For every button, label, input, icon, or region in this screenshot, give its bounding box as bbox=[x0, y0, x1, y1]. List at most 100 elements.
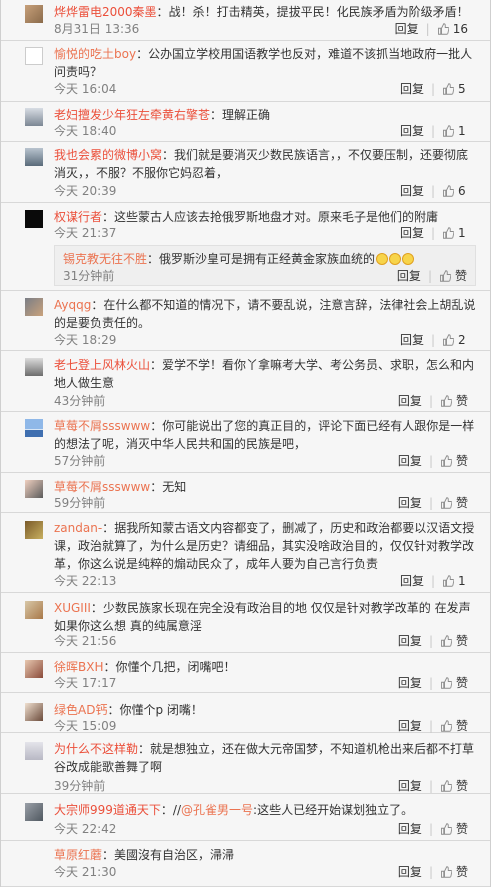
user-avatar[interactable] bbox=[25, 358, 43, 376]
reply-button[interactable]: 回复 bbox=[398, 675, 422, 691]
like-count[interactable]: 赞 bbox=[456, 393, 468, 409]
thumbs-up-icon[interactable] bbox=[440, 395, 452, 407]
user-avatar[interactable] bbox=[25, 660, 43, 678]
action-separator: | bbox=[430, 574, 435, 588]
like-count[interactable]: 1 bbox=[458, 123, 468, 139]
reply-button[interactable]: 回复 bbox=[398, 778, 422, 794]
username-link[interactable]: Ayqqg bbox=[54, 298, 91, 312]
comment-actions: 回复 | 1 bbox=[400, 123, 468, 139]
reply-button[interactable]: 回复 bbox=[400, 332, 424, 348]
reply-button[interactable]: 回复 bbox=[400, 123, 424, 139]
reply-button[interactable]: 回复 bbox=[400, 183, 424, 199]
thumbs-up-icon[interactable] bbox=[442, 575, 454, 587]
username-link[interactable]: 我也会累的微博小窝 bbox=[54, 148, 162, 162]
thumbs-up-icon[interactable] bbox=[442, 83, 454, 95]
user-avatar[interactable] bbox=[25, 480, 43, 498]
comment-text: 为什么不这样勒：就是想独立，还在做大元帝国梦，不知道机枪出来后都不打草谷改成能歌… bbox=[54, 740, 476, 776]
username-link[interactable]: 锡克教无往不胜 bbox=[63, 252, 147, 266]
user-avatar[interactable] bbox=[25, 108, 43, 126]
comment-text: 老七登上风林火山：爱学不学！看你丫拿嘛考大学、考公务员、求职，怎么和内地人做生意 bbox=[54, 356, 476, 392]
thumbs-up-icon[interactable] bbox=[442, 334, 454, 346]
like-count[interactable]: 赞 bbox=[456, 778, 468, 794]
name-separator: ： bbox=[210, 108, 223, 122]
thumbs-up-icon[interactable] bbox=[440, 866, 452, 878]
user-avatar[interactable] bbox=[25, 703, 43, 721]
user-avatar[interactable] bbox=[25, 848, 43, 866]
like-count[interactable]: 6 bbox=[458, 183, 468, 199]
username-link[interactable]: 草莓不屑ssswww bbox=[54, 419, 150, 433]
reply-button[interactable]: 回复 bbox=[398, 393, 422, 409]
like-count[interactable]: 2 bbox=[458, 332, 468, 348]
thumbs-up-icon[interactable] bbox=[440, 780, 452, 792]
comment-actions: 回复 | 1 bbox=[400, 573, 468, 589]
user-avatar[interactable] bbox=[25, 298, 43, 316]
username-link[interactable]: 草莓不屑ssswww bbox=[54, 480, 150, 494]
thumbs-up-icon[interactable] bbox=[442, 185, 454, 197]
action-separator: | bbox=[428, 496, 433, 510]
comment-item: 徐晖BXH：你懂个几把，闭嘴吧！ 今天 17:17 回复 | 赞 bbox=[1, 653, 490, 693]
username-link[interactable]: 徐晖BXH bbox=[54, 660, 103, 674]
username-link[interactable]: zandan- bbox=[54, 521, 102, 535]
like-count[interactable]: 赞 bbox=[456, 675, 468, 691]
username-link[interactable]: 草原红蘑 bbox=[54, 848, 102, 862]
reply-button[interactable]: 回复 bbox=[400, 225, 424, 241]
thumbs-up-icon[interactable] bbox=[440, 823, 452, 835]
like-count[interactable]: 5 bbox=[458, 81, 468, 97]
comment-actions: 回复 | 赞 bbox=[398, 718, 468, 734]
user-avatar[interactable] bbox=[25, 803, 43, 821]
username-link[interactable]: 为什么不这样勒 bbox=[54, 742, 138, 756]
user-avatar[interactable] bbox=[25, 601, 43, 619]
user-avatar[interactable] bbox=[25, 210, 43, 228]
username-link[interactable]: 愉悦的吃土boy bbox=[54, 47, 136, 61]
thumbs-up-icon[interactable] bbox=[437, 23, 449, 35]
like-count[interactable]: 赞 bbox=[456, 864, 468, 880]
reply-button[interactable]: 回复 bbox=[395, 21, 419, 37]
reply-button[interactable]: 回复 bbox=[398, 453, 422, 469]
reply-button[interactable]: 回复 bbox=[398, 718, 422, 734]
thumbs-up-icon[interactable] bbox=[440, 720, 452, 732]
user-avatar[interactable] bbox=[25, 47, 43, 65]
comment-time: 今天 16:04 bbox=[54, 82, 117, 96]
name-separator: ： bbox=[102, 521, 115, 535]
reply-button[interactable]: 回复 bbox=[400, 573, 424, 589]
thumbs-up-icon[interactable] bbox=[440, 455, 452, 467]
like-count[interactable]: 16 bbox=[453, 21, 468, 37]
like-count[interactable]: 赞 bbox=[456, 495, 468, 511]
like-count[interactable]: 赞 bbox=[455, 268, 467, 284]
username-link[interactable]: XUGIII bbox=[54, 601, 91, 615]
username-link[interactable]: 大宗师999道通天下 bbox=[54, 803, 161, 817]
like-count[interactable]: 赞 bbox=[456, 453, 468, 469]
reply-button[interactable]: 回复 bbox=[400, 81, 424, 97]
username-link[interactable]: 老七登上风林火山 bbox=[54, 358, 150, 372]
thumbs-up-icon[interactable] bbox=[442, 125, 454, 137]
reply-button[interactable]: 回复 bbox=[398, 495, 422, 511]
comment-item: 草莓不屑ssswww：无知 59分钟前 回复 | 赞 bbox=[1, 473, 490, 513]
like-count[interactable]: 1 bbox=[458, 573, 468, 589]
user-avatar[interactable] bbox=[25, 5, 43, 23]
comment-actions: 回复 | 赞 bbox=[398, 633, 468, 649]
reply-button[interactable]: 回复 bbox=[398, 633, 422, 649]
username-link[interactable]: 权谋行者 bbox=[54, 210, 102, 224]
reply-button[interactable]: 回复 bbox=[397, 268, 421, 284]
user-avatar[interactable] bbox=[25, 521, 43, 539]
user-avatar[interactable] bbox=[25, 148, 43, 166]
emoji-icon bbox=[402, 253, 415, 265]
username-link[interactable]: 烨烨雷电2000秦墨 bbox=[54, 5, 157, 19]
like-count[interactable]: 赞 bbox=[456, 633, 468, 649]
reply-button[interactable]: 回复 bbox=[398, 821, 422, 837]
thumbs-up-icon[interactable] bbox=[440, 635, 452, 647]
name-separator: ： bbox=[160, 803, 173, 817]
thumbs-up-icon[interactable] bbox=[440, 497, 452, 509]
thumbs-up-icon[interactable] bbox=[440, 677, 452, 689]
username-link[interactable]: 老妇擅发少年狂左牵黄右擎苍 bbox=[54, 108, 210, 122]
like-count[interactable]: 赞 bbox=[456, 821, 468, 837]
user-avatar[interactable] bbox=[25, 419, 43, 437]
thumbs-up-icon[interactable] bbox=[439, 270, 451, 282]
user-avatar[interactable] bbox=[25, 742, 43, 760]
like-count[interactable]: 1 bbox=[458, 225, 468, 241]
reply-button[interactable]: 回复 bbox=[398, 864, 422, 880]
mention-link[interactable]: @孔雀男一号 bbox=[181, 803, 253, 817]
username-link[interactable]: 绿色AD钙 bbox=[54, 703, 107, 717]
thumbs-up-icon[interactable] bbox=[442, 227, 454, 239]
like-count[interactable]: 赞 bbox=[456, 718, 468, 734]
